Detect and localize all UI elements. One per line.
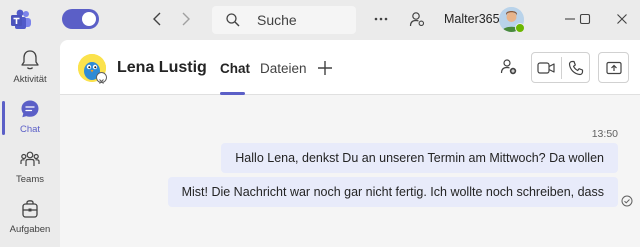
rail-item-chat[interactable]: Chat <box>0 93 60 143</box>
search-icon <box>226 13 240 27</box>
more-button[interactable] <box>372 10 390 28</box>
chat-header: Lena Lustig Chat Dateien <box>60 40 640 95</box>
video-call-button[interactable] <box>536 58 556 78</box>
maximize-button[interactable] <box>576 10 594 28</box>
rail-label-chat: Chat <box>19 124 41 135</box>
new-teams-toggle[interactable] <box>62 9 99 29</box>
share-screen-button[interactable] <box>598 52 629 83</box>
close-button[interactable] <box>613 10 631 28</box>
people-settings-icon <box>409 12 425 27</box>
offline-x-icon <box>99 79 104 84</box>
account-settings-button[interactable] <box>408 10 426 28</box>
more-icon <box>374 17 388 21</box>
tab-files[interactable]: Dateien <box>260 61 307 76</box>
rail-label-tasks: Aufgaben <box>9 224 51 235</box>
minimize-icon <box>565 18 575 20</box>
call-divider <box>561 57 562 79</box>
chat-panel: Lena Lustig Chat Dateien 13:50 Hallo Len… <box>60 40 640 247</box>
contact-name[interactable]: Lena Lustig <box>117 59 207 77</box>
presence-offline-badge <box>96 72 107 84</box>
phone-call-icon <box>568 60 584 76</box>
video-call-icon <box>537 62 555 74</box>
rail-item-teams[interactable]: Teams <box>0 143 60 193</box>
maximize-icon <box>579 13 591 25</box>
rail-label-activity: Aktivität <box>13 74 47 85</box>
title-bar: Suche Malter365 <box>0 0 640 40</box>
bell-icon <box>21 50 39 70</box>
teams-logo-icon[interactable] <box>10 9 32 31</box>
add-tab-icon[interactable] <box>316 59 334 77</box>
chevron-right-icon <box>182 12 190 26</box>
toggle-knob <box>82 12 96 26</box>
message-timestamp: 13:50 <box>591 128 618 140</box>
back-button[interactable] <box>148 10 166 28</box>
chat-icon <box>21 100 39 118</box>
chevron-left-icon <box>153 12 161 26</box>
org-name[interactable]: Malter365 <box>444 12 500 26</box>
app-rail: Aktivität Chat Teams Aufgaben <box>0 40 60 247</box>
add-people-icon <box>500 59 517 75</box>
sent-check-icon <box>621 195 633 207</box>
presence-available-badge <box>515 23 525 33</box>
tasks-icon <box>22 200 38 218</box>
add-people-button[interactable] <box>499 57 519 77</box>
search-input[interactable]: Suche <box>212 6 356 34</box>
teams-icon <box>20 151 40 166</box>
search-placeholder: Suche <box>257 12 297 28</box>
call-button-group <box>531 52 590 83</box>
close-icon <box>617 14 627 24</box>
rail-label-teams: Teams <box>16 174 44 185</box>
phone-call-button[interactable] <box>566 58 586 78</box>
tab-chat[interactable]: Chat <box>220 61 250 76</box>
rail-item-tasks[interactable]: Aufgaben <box>0 193 60 243</box>
rail-item-activity[interactable]: Aktivität <box>0 43 60 93</box>
forward-button[interactable] <box>177 10 195 28</box>
message-bubble[interactable]: Mist! Die Nachricht war noch gar nicht f… <box>167 177 618 207</box>
active-tab-underline <box>220 92 245 95</box>
message-bubble[interactable]: Hallo Lena, denkst Du an unseren Termin … <box>221 143 618 173</box>
share-screen-icon <box>605 61 622 74</box>
